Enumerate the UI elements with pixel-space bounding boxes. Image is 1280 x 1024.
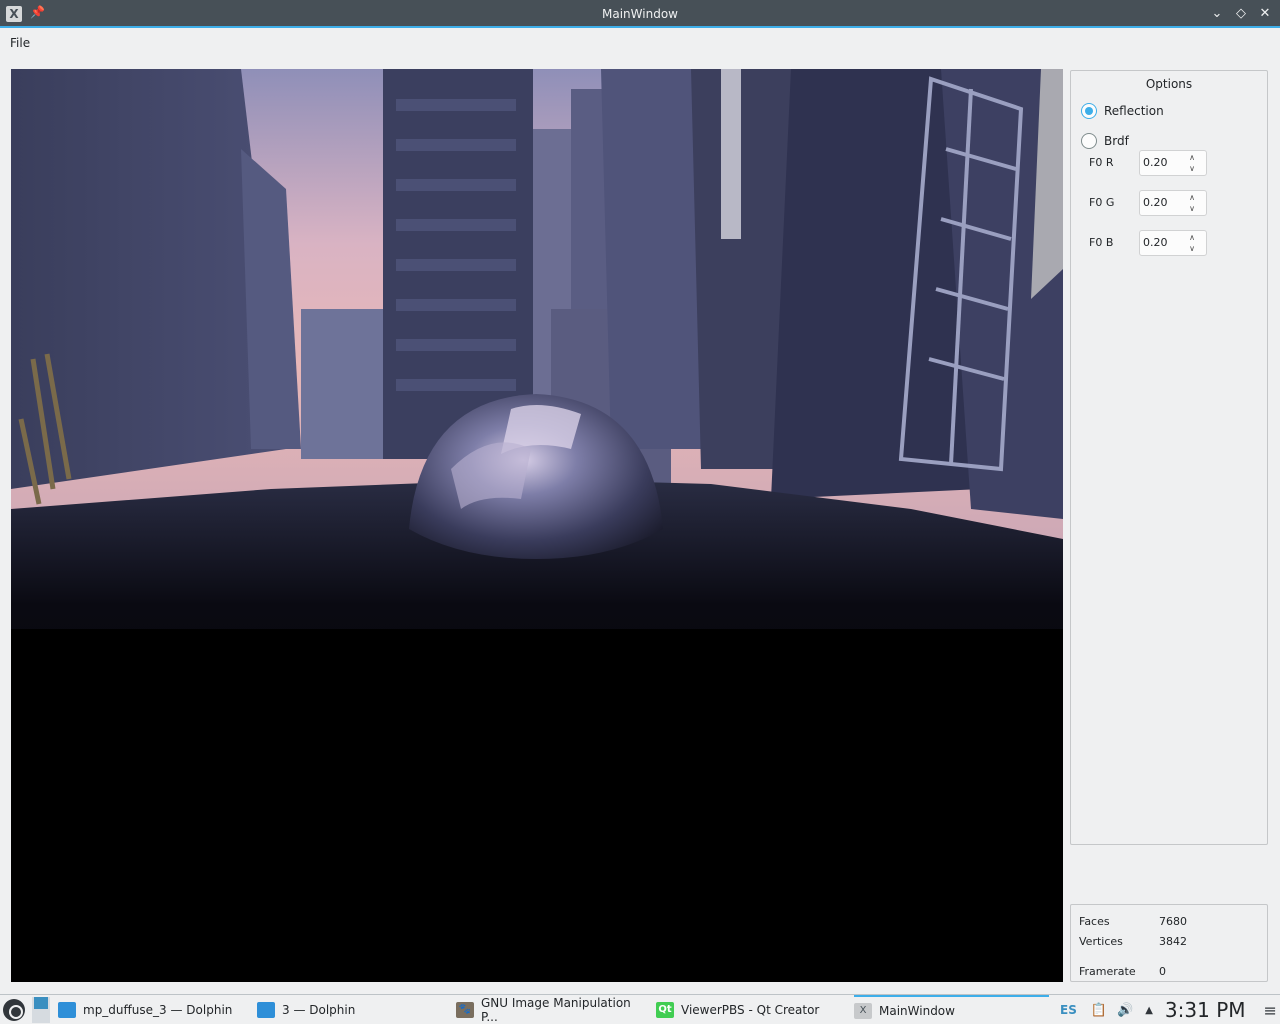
options-title: Options	[1145, 77, 1193, 91]
f0r-spinbox[interactable]: 0.20 ∧ ∨	[1139, 150, 1207, 176]
f0r-value[interactable]: 0.20	[1143, 156, 1168, 169]
vertices-label: Vertices	[1079, 935, 1123, 948]
f0b-spinbox[interactable]: 0.20 ∧ ∨	[1139, 230, 1207, 256]
render-viewport[interactable]	[11, 69, 1063, 982]
brdf-label: Brdf	[1104, 134, 1129, 148]
faces-value: 7680	[1159, 915, 1187, 928]
clipboard-icon[interactable]: 📋	[1091, 1003, 1107, 1018]
f0g-label: F0 G	[1089, 196, 1115, 209]
window-title: MainWindow	[602, 7, 678, 21]
f0b-label: F0 B	[1089, 236, 1114, 249]
tray-expand-icon[interactable]: ▲	[1145, 1005, 1153, 1016]
task-dolphin-mp-duffuse[interactable]: mp_duffuse_3 — Dolphin	[58, 995, 253, 1024]
folder-icon	[257, 1002, 275, 1018]
keyboard-layout-indicator[interactable]: ES	[1060, 1003, 1077, 1017]
gimp-icon: 🐾	[456, 1002, 474, 1018]
taskbar: mp_duffuse_3 — Dolphin 3 — Dolphin 🐾 GNU…	[0, 994, 1280, 1024]
f0g-spinbox[interactable]: 0.20 ∧ ∨	[1139, 190, 1207, 216]
task-label: GNU Image Manipulation P...	[480, 996, 631, 1024]
task-qt-creator[interactable]: Qt ViewerPBS - Qt Creator	[656, 995, 851, 1024]
reflection-radio-row[interactable]: Reflection	[1081, 102, 1164, 120]
f0b-value[interactable]: 0.20	[1143, 236, 1168, 249]
close-button[interactable]: ✕	[1256, 5, 1274, 23]
task-label: ViewerPBS - Qt Creator	[681, 1003, 820, 1017]
f0g-value[interactable]: 0.20	[1143, 196, 1168, 209]
task-label: MainWindow	[879, 1004, 955, 1018]
scene-render	[11, 69, 1063, 982]
framerate-value: 0	[1159, 965, 1166, 978]
spin-arrows-icon[interactable]: ∧ ∨	[1186, 192, 1198, 214]
framerate-label: Framerate	[1079, 965, 1136, 978]
menu-file[interactable]: File	[10, 36, 30, 50]
task-dolphin-3[interactable]: 3 — Dolphin	[257, 995, 452, 1024]
task-gimp[interactable]: 🐾 GNU Image Manipulation P...	[456, 995, 651, 1024]
options-group: Options Reflection Brdf F0 R 0.20 ∧ ∨ F0 …	[1070, 70, 1268, 845]
brdf-radio-row[interactable]: Brdf	[1081, 132, 1129, 150]
spin-arrows-icon[interactable]: ∧ ∨	[1186, 232, 1198, 254]
x-app-icon: X	[854, 1003, 872, 1019]
faces-label: Faces	[1079, 915, 1110, 928]
task-mainwindow[interactable]: X MainWindow	[854, 995, 1049, 1024]
qt-icon: Qt	[656, 1002, 674, 1018]
desktop-pager[interactable]	[32, 997, 50, 1023]
vertices-value: 3842	[1159, 935, 1187, 948]
spin-arrows-icon[interactable]: ∧ ∨	[1186, 152, 1198, 174]
reflection-label: Reflection	[1104, 104, 1164, 118]
menu-icon[interactable]: ≡	[1264, 1001, 1277, 1020]
menubar: File	[0, 30, 1280, 56]
system-tray: ES 📋 🔊 ▲ 3:31 PM ≡	[1060, 995, 1277, 1024]
app-launcher-icon[interactable]	[3, 999, 25, 1021]
task-label: 3 — Dolphin	[282, 1003, 356, 1017]
f0r-label: F0 R	[1089, 156, 1114, 169]
maximize-button[interactable]: ◇	[1232, 5, 1250, 23]
folder-icon	[58, 1002, 76, 1018]
minimize-button[interactable]: ⌄	[1208, 5, 1226, 23]
stats-group: Faces 7680 Vertices 3842 Framerate 0	[1070, 904, 1268, 982]
clock[interactable]: 3:31 PM	[1165, 998, 1246, 1022]
reflection-radio[interactable]	[1081, 103, 1097, 119]
window-titlebar[interactable]: X 📌 MainWindow ⌄ ◇ ✕	[0, 0, 1280, 28]
brdf-radio[interactable]	[1081, 133, 1097, 149]
task-label: mp_duffuse_3 — Dolphin	[83, 1003, 233, 1017]
volume-icon[interactable]: 🔊	[1117, 1003, 1133, 1018]
